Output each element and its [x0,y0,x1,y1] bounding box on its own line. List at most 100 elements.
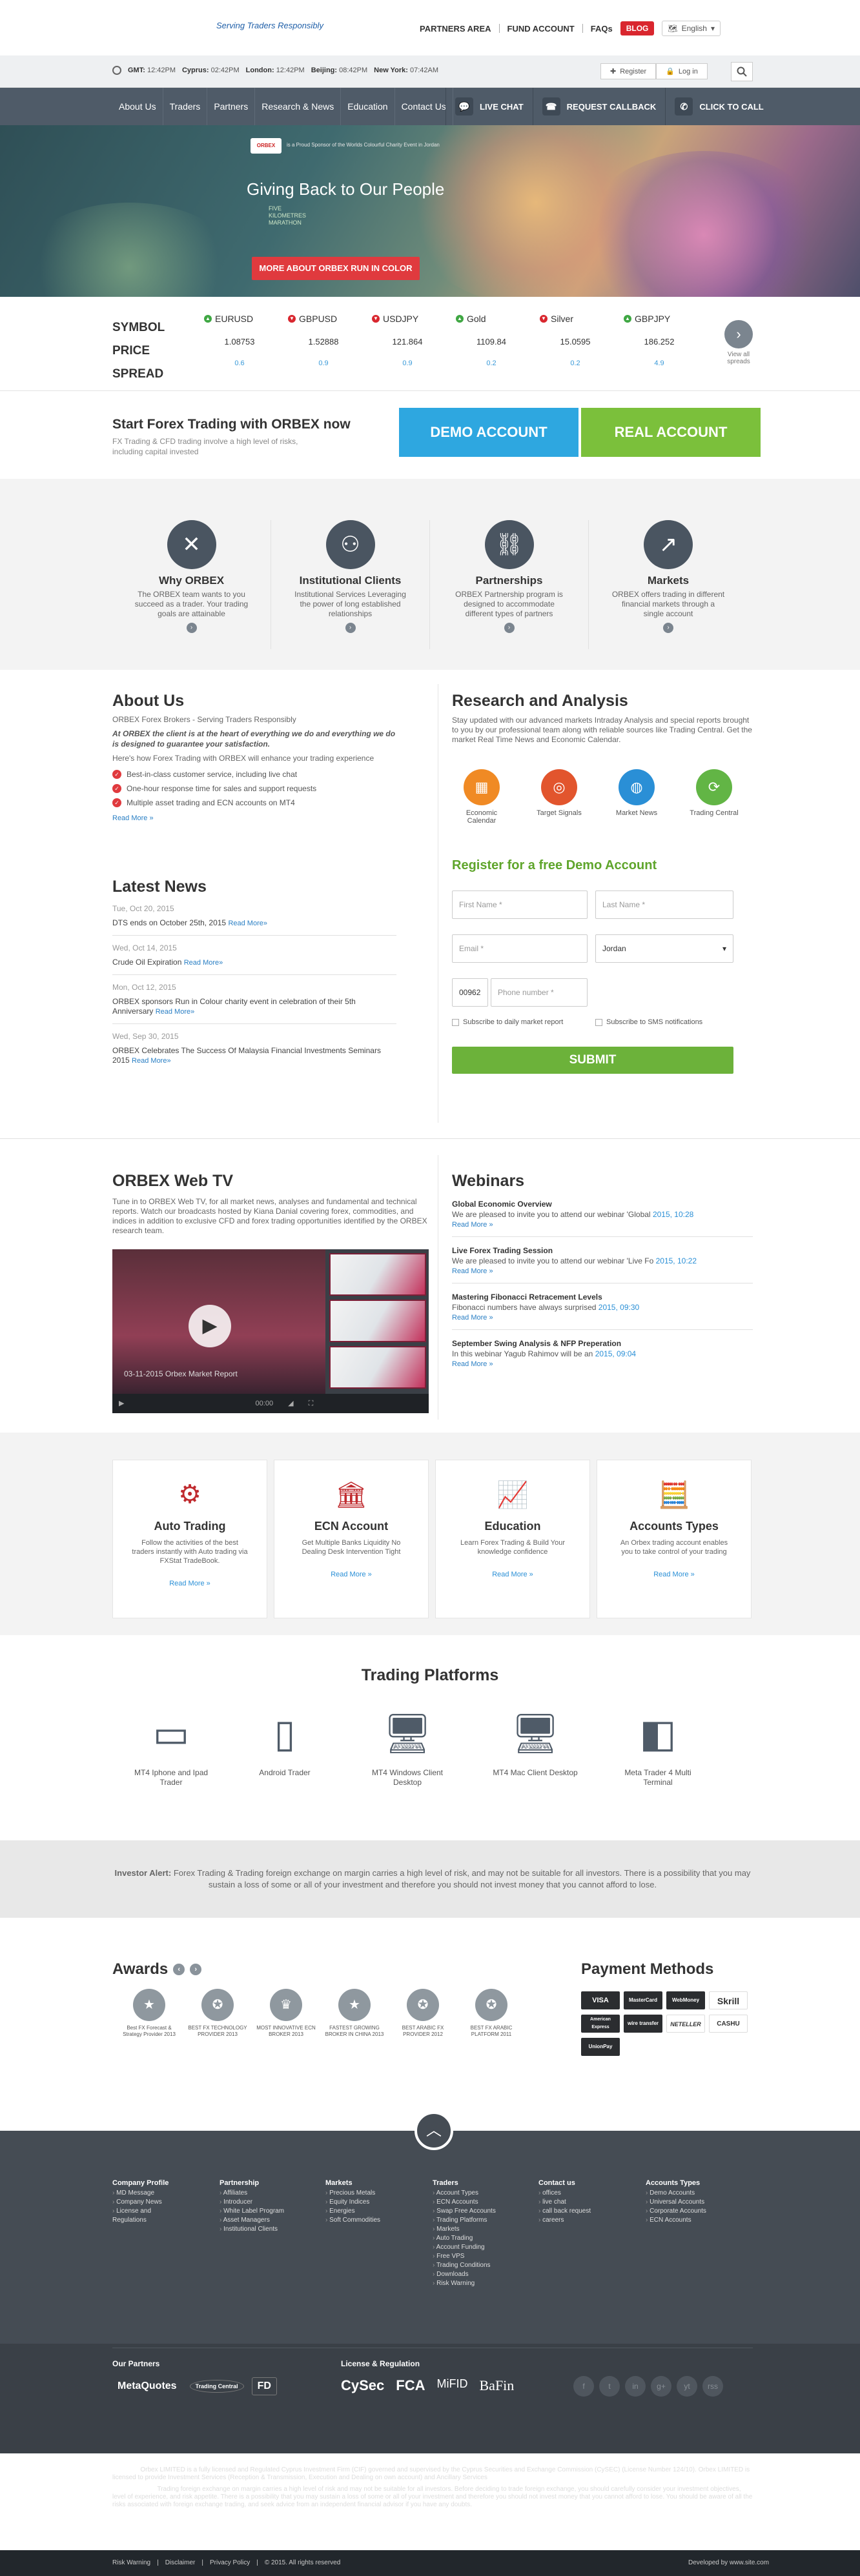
daily-report-checkbox[interactable]: Subscribe to daily market report [452,1018,563,1026]
feature-institutional[interactable]: ⚇ Institutional Clients Institutional Se… [271,520,430,649]
country-select[interactable]: Jordan ▾ [595,934,733,963]
footer-link[interactable]: Trading Conditions [433,2261,529,2270]
facebook-icon[interactable]: f [573,2376,594,2397]
economic-calendar-link[interactable]: ▦ Economic Calendar [452,769,511,825]
webinar-title[interactable]: Global Economic Overview [452,1200,753,1209]
footer-link[interactable]: Soft Commodities [325,2216,422,2225]
nav-partners-area[interactable]: PARTNERS AREA [420,24,491,34]
live-chat-button[interactable]: 💬 LIVE CHAT [445,88,533,125]
footer-link[interactable]: ECN Accounts [646,2216,749,2225]
ticker-item[interactable]: ▼ GBPUSD 1.52888 0.9 [288,314,359,367]
email-field[interactable]: Email * [452,934,588,963]
footer-link[interactable]: careers [538,2216,635,2225]
play-control-icon[interactable]: ▶ [119,1400,124,1407]
ticker-item[interactable]: ▲ GBPJPY 186.252 4.9 [624,314,695,367]
googleplus-icon[interactable]: g+ [651,2376,671,2397]
footer-link[interactable]: Equity Indices [325,2198,422,2207]
volume-icon[interactable]: ◢ [288,1400,293,1407]
footer-link[interactable]: Account Funding [433,2243,529,2252]
footer-link[interactable]: White Label Program [220,2207,316,2216]
footer-link[interactable]: live chat [538,2198,635,2207]
submit-button[interactable]: SUBMIT [452,1047,733,1074]
webinar-title[interactable]: Mastering Fibonacci Retracement Levels [452,1293,753,1302]
footer-link[interactable]: Affiliates [220,2189,316,2198]
blog-button[interactable]: BLOG [620,21,655,35]
platform-multi-terminal[interactable]: ◧ Meta Trader 4 Multi Terminal [609,1698,706,1787]
footer-link[interactable]: Markets [433,2225,529,2234]
about-read-more[interactable]: Read More » [112,814,154,822]
footer-link[interactable]: License and Regulations [112,2207,170,2225]
menu-research-news[interactable]: Research & News [255,88,342,125]
login-button[interactable]: 🔒 Log in [656,63,708,79]
chevron-right-icon[interactable]: › [190,1964,202,1975]
ticker-item[interactable]: ▲ Gold 1109.84 0.2 [456,314,527,367]
ticker-item[interactable]: ▼ Silver 15.0595 0.2 [540,314,611,367]
phone-code-field[interactable]: 00962 [452,978,488,1007]
service-account-types[interactable]: 🧮 Accounts Types An Orbex trading accoun… [597,1460,752,1618]
phone-field[interactable]: Phone number * [491,978,588,1007]
trading-central-link[interactable]: ⟳ Trading Central [684,769,744,825]
metaquotes-logo[interactable]: MetaQuotes [112,2378,182,2395]
service-read-more[interactable]: Read More » [597,1571,751,1578]
sms-checkbox[interactable]: Subscribe to SMS notifications [595,1018,702,1026]
service-read-more[interactable]: Read More » [436,1571,589,1578]
ticker-item[interactable]: ▲ EURUSD 1.08753 0.6 [204,314,275,367]
webinar-read-more[interactable]: Read More » [452,1221,493,1229]
service-ecn-account[interactable]: 🏛 ECN Account Get Multiple Banks Liquidi… [274,1460,429,1618]
webinar-title[interactable]: Live Forex Trading Session [452,1246,753,1255]
disclaimer-link[interactable]: Disclaimer [165,2559,196,2566]
footer-link[interactable]: Asset Managers [220,2216,316,2225]
video-player[interactable]: ▶ 03-11-2015 Orbex Market Report ▶ 00:00… [112,1249,429,1413]
bafin-logo[interactable]: BaFin [480,2377,515,2394]
footer-link[interactable]: Corporate Accounts [646,2207,749,2216]
service-education[interactable]: 📈 Education Learn Forex Trading & Build … [435,1460,590,1618]
privacy-policy-link[interactable]: Privacy Policy [210,2559,250,2566]
checkbox[interactable] [595,1018,602,1026]
webinar-read-more[interactable]: Read More » [452,1314,493,1322]
news-read-more[interactable]: Read More» [156,1008,195,1016]
fd-logo[interactable]: FD [251,2377,277,2395]
menu-partners[interactable]: Partners [207,88,256,125]
menu-contact-us[interactable]: Contact Us [395,88,453,125]
arrow-right-icon[interactable]: › [345,623,356,633]
video-thumbnail[interactable] [329,1300,426,1342]
footer-link[interactable]: Auto Trading [433,2234,529,2243]
webinar-title[interactable]: September Swing Analysis & NFP Preperati… [452,1339,753,1348]
language-select[interactable]: 🗺 English ▾ [662,21,721,36]
webinar-read-more[interactable]: Read More » [452,1360,493,1368]
menu-about-us[interactable]: About Us [112,88,163,125]
menu-education[interactable]: Education [341,88,395,125]
developer-credit[interactable]: Developed by www.site.com [688,2559,769,2566]
platform-iphone-ipad[interactable]: ▭ MT4 Iphone and Ipad Trader [123,1698,220,1787]
footer-link[interactable]: Introducer [220,2198,316,2207]
footer-link[interactable]: Institutional Clients [220,2225,316,2234]
service-read-more[interactable]: Read More » [113,1580,267,1587]
market-news-link[interactable]: ◍ Market News [607,769,666,825]
scroll-top-button[interactable]: ︿ [415,2111,453,2150]
chevron-left-icon[interactable]: ‹ [173,1964,185,1975]
nav-faqs[interactable]: FAQs [591,24,613,34]
footer-link[interactable]: offices [538,2189,635,2198]
register-button[interactable]: ✚ Register [600,63,657,79]
real-account-button[interactable]: REAL ACCOUNT [581,408,761,457]
linkedin-icon[interactable]: in [625,2376,646,2397]
request-callback-button[interactable]: ☎ REQUEST CALLBACK [532,88,666,125]
footer-link[interactable]: Free VPS [433,2252,529,2261]
mifid-logo[interactable]: MiFID [437,2377,468,2394]
footer-link[interactable]: ECN Accounts [433,2198,529,2207]
news-read-more[interactable]: Read More» [132,1057,171,1065]
feature-why[interactable]: ✕ Why ORBEX The ORBEX team wants to you … [112,520,271,649]
trading-central-logo[interactable]: Trading Central [189,2380,244,2393]
risk-warning-link[interactable]: Risk Warning [112,2559,150,2566]
footer-link[interactable]: Demo Accounts [646,2189,749,2198]
demo-account-button[interactable]: DEMO ACCOUNT [399,408,578,457]
arrow-right-icon[interactable]: › [504,623,515,633]
video-thumbnail[interactable] [329,1346,426,1389]
feature-partnerships[interactable]: ⛓ Partnerships ORBEX Partnership program… [430,520,589,649]
nav-fund-account[interactable]: FUND ACCOUNT [507,24,575,34]
target-signals-link[interactable]: ◎ Target Signals [529,769,589,825]
hero-run-in-color-button[interactable]: MORE ABOUT ORBEX RUN IN COLOR [252,257,420,280]
rss-icon[interactable]: rss [702,2376,723,2397]
footer-link[interactable]: Energies [325,2207,422,2216]
footer-link[interactable]: Universal Accounts [646,2198,749,2207]
